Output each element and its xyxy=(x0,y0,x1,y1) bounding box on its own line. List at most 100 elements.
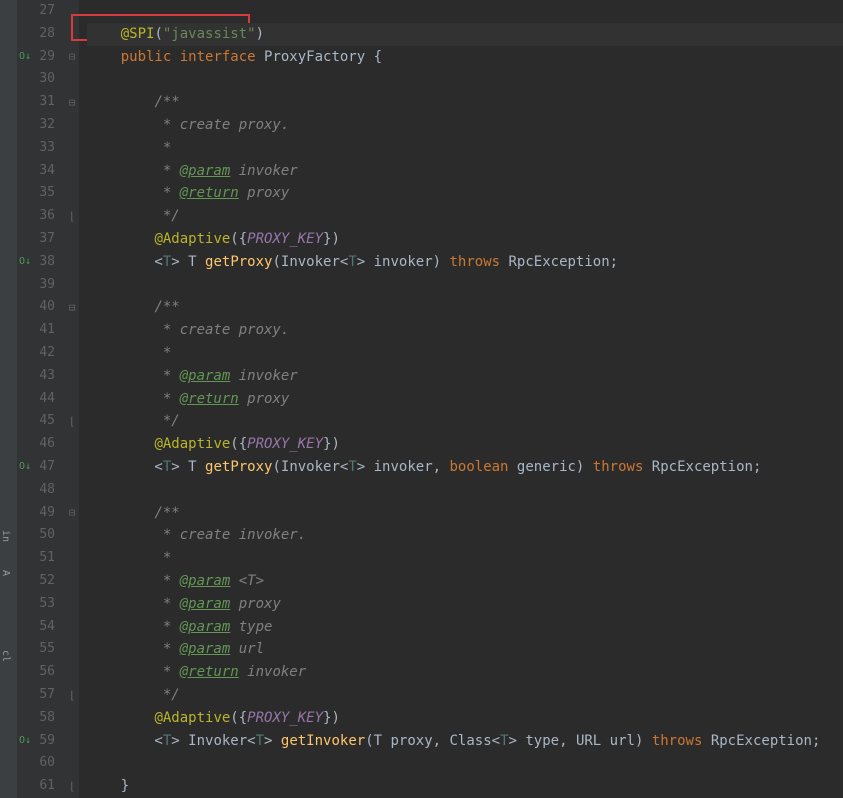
fold-spacer xyxy=(65,730,79,753)
token-generic: T xyxy=(348,459,356,475)
line-number[interactable]: 31 xyxy=(17,91,65,114)
line-number[interactable]: 48 xyxy=(17,479,65,502)
line-number[interactable]: 56 xyxy=(17,661,65,684)
override-indicator-icon[interactable]: O↓ xyxy=(19,251,31,274)
line-number[interactable]: 53 xyxy=(17,593,65,616)
code-line[interactable]: * @param invoker xyxy=(87,160,843,183)
token-doc-tag: @return xyxy=(180,664,239,680)
code-line[interactable]: /** xyxy=(87,296,843,319)
fold-bracket-icon[interactable] xyxy=(65,775,79,798)
fold-minus-icon[interactable] xyxy=(65,91,79,114)
fold-spacer xyxy=(65,160,79,183)
line-number[interactable]: 49 xyxy=(17,502,65,525)
token-comment: url xyxy=(230,641,264,657)
line-number[interactable]: 51 xyxy=(17,547,65,570)
line-number[interactable]: 52 xyxy=(17,570,65,593)
code-line[interactable] xyxy=(87,68,843,91)
code-area[interactable]: @SPI("javassist") public interface Proxy… xyxy=(79,0,843,798)
override-indicator-icon[interactable]: O↓ xyxy=(19,456,31,479)
code-line[interactable]: */ xyxy=(87,205,843,228)
code-line[interactable]: * @param invoker xyxy=(87,365,843,388)
code-line[interactable]: <T> Invoker<T> getInvoker(T proxy, Class… xyxy=(87,730,843,753)
fold-bracket-icon[interactable] xyxy=(65,684,79,707)
line-number[interactable]: 50 xyxy=(17,524,65,547)
token-paren: ( xyxy=(154,26,162,42)
line-number[interactable]: 58 xyxy=(17,707,65,730)
line-number[interactable]: 33 xyxy=(17,137,65,160)
fold-column[interactable] xyxy=(65,0,79,798)
code-line[interactable]: } xyxy=(87,775,843,798)
line-number[interactable]: 61 xyxy=(17,775,65,798)
fold-minus-icon[interactable] xyxy=(65,46,79,69)
code-line[interactable]: public interface ProxyFactory { xyxy=(87,46,843,69)
line-number[interactable]: 45 xyxy=(17,410,65,433)
line-number[interactable]: 44 xyxy=(17,388,65,411)
line-number[interactable]: 32 xyxy=(17,114,65,137)
token-comment: proxy xyxy=(239,185,290,201)
code-line[interactable] xyxy=(87,752,843,775)
line-number[interactable]: 41 xyxy=(17,319,65,342)
code-line[interactable]: * create proxy. xyxy=(87,319,843,342)
code-line[interactable]: * create invoker. xyxy=(87,524,843,547)
token-method-decl: getInvoker xyxy=(281,733,365,749)
code-line[interactable]: */ xyxy=(87,410,843,433)
line-number[interactable]: 60 xyxy=(17,752,65,775)
code-line[interactable]: * xyxy=(87,137,843,160)
token-paren: > xyxy=(264,733,281,749)
override-indicator-icon[interactable]: O↓ xyxy=(19,730,31,753)
line-number[interactable]: 27 xyxy=(17,0,65,23)
code-line[interactable]: */ xyxy=(87,684,843,707)
token-paren: ({ xyxy=(230,710,247,726)
line-number[interactable]: 42 xyxy=(17,342,65,365)
code-line[interactable]: /** xyxy=(87,502,843,525)
code-line[interactable]: @Adaptive({PROXY_KEY}) xyxy=(87,228,843,251)
fold-spacer xyxy=(65,342,79,365)
line-number-gutter[interactable]: 272829O↓303132333435363738O↓394041424344… xyxy=(17,0,65,798)
fold-bracket-icon[interactable] xyxy=(65,410,79,433)
line-number[interactable]: 34 xyxy=(17,160,65,183)
line-number[interactable]: 55 xyxy=(17,638,65,661)
code-line[interactable]: * @param url xyxy=(87,638,843,661)
line-number[interactable]: 29O↓ xyxy=(17,46,65,69)
code-line[interactable]: * @return proxy xyxy=(87,388,843,411)
line-number[interactable]: 54 xyxy=(17,616,65,639)
code-line[interactable]: * @param proxy xyxy=(87,593,843,616)
code-line[interactable] xyxy=(87,479,843,502)
line-number[interactable]: 43 xyxy=(17,365,65,388)
code-line[interactable]: @Adaptive({PROXY_KEY}) xyxy=(87,707,843,730)
line-number[interactable]: 59O↓ xyxy=(17,730,65,753)
code-line[interactable]: * @return proxy xyxy=(87,182,843,205)
fold-spacer xyxy=(65,23,79,46)
line-number[interactable]: 30 xyxy=(17,68,65,91)
fold-bracket-icon[interactable] xyxy=(65,205,79,228)
code-line[interactable]: /** xyxy=(87,91,843,114)
fold-minus-icon[interactable] xyxy=(65,296,79,319)
line-number[interactable]: 28 xyxy=(17,23,65,46)
fold-minus-icon[interactable] xyxy=(65,502,79,525)
code-line[interactable]: @SPI("javassist") xyxy=(87,23,843,46)
line-number[interactable]: 37 xyxy=(17,228,65,251)
code-line[interactable]: * xyxy=(87,547,843,570)
code-line[interactable]: * @param type xyxy=(87,616,843,639)
line-number[interactable]: 38O↓ xyxy=(17,251,65,274)
code-line[interactable]: <T> T getProxy(Invoker<T> invoker) throw… xyxy=(87,251,843,274)
line-number[interactable]: 40 xyxy=(17,296,65,319)
line-number[interactable]: 36 xyxy=(17,205,65,228)
code-line[interactable]: * create proxy. xyxy=(87,114,843,137)
code-line[interactable]: <T> T getProxy(Invoker<T> invoker, boole… xyxy=(87,456,843,479)
line-number[interactable]: 46 xyxy=(17,433,65,456)
code-line[interactable] xyxy=(87,0,843,23)
code-line[interactable]: @Adaptive({PROXY_KEY}) xyxy=(87,433,843,456)
code-line[interactable]: * @return invoker xyxy=(87,661,843,684)
line-number[interactable]: 35 xyxy=(17,182,65,205)
code-line[interactable]: * @param <T> xyxy=(87,570,843,593)
token-method-decl: getProxy xyxy=(205,254,272,270)
code-line[interactable] xyxy=(87,274,843,297)
code-line[interactable]: * xyxy=(87,342,843,365)
line-number[interactable]: 39 xyxy=(17,274,65,297)
token-kw: public xyxy=(121,49,172,65)
line-number[interactable]: 57 xyxy=(17,684,65,707)
line-number[interactable]: 47O↓ xyxy=(17,456,65,479)
token-doc-tag: @return xyxy=(180,185,239,201)
override-indicator-icon[interactable]: O↓ xyxy=(19,46,31,69)
